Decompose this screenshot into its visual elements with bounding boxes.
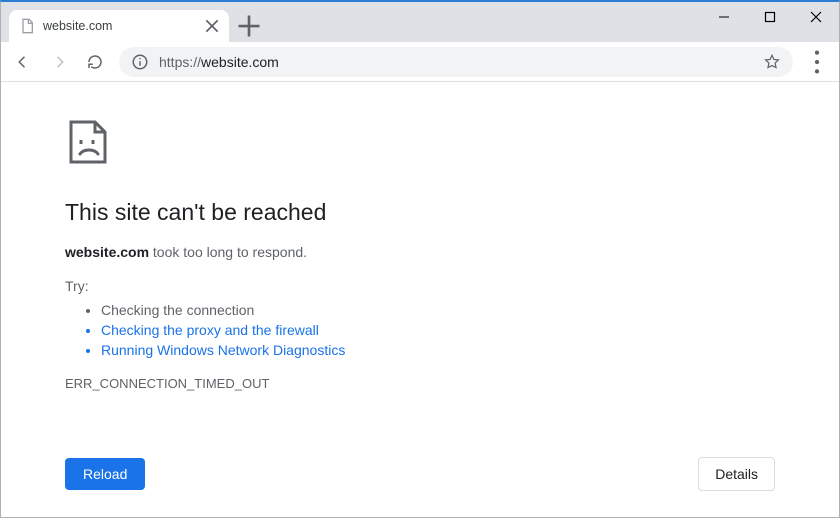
error-message: website.com took too long to respond.	[65, 244, 775, 260]
button-row: Reload Details	[65, 457, 775, 491]
suggestion-list: Checking the connection Checking the pro…	[65, 300, 775, 360]
back-button[interactable]	[7, 46, 39, 78]
details-button[interactable]: Details	[698, 457, 775, 491]
minimize-button[interactable]	[701, 2, 747, 32]
page-icon	[19, 18, 35, 34]
toolbar: https:// website.com	[1, 42, 839, 82]
browser-menu-button[interactable]	[801, 46, 833, 78]
site-info-icon[interactable]	[131, 53, 149, 71]
url-host: website.com	[201, 54, 279, 70]
new-tab-button[interactable]	[235, 12, 263, 40]
error-code: ERR_CONNECTION_TIMED_OUT	[65, 376, 775, 391]
reload-button[interactable]: Reload	[65, 458, 145, 490]
error-title: This site can't be reached	[65, 199, 775, 226]
tab-title: website.com	[43, 19, 112, 33]
reload-icon-button[interactable]	[79, 46, 111, 78]
url-scheme: https://	[159, 54, 201, 70]
error-page: This site can't be reached website.com t…	[1, 82, 839, 411]
forward-button[interactable]	[43, 46, 75, 78]
suggestion-item: Checking the connection	[101, 300, 775, 320]
close-window-button[interactable]	[793, 2, 839, 32]
error-host: website.com	[65, 244, 149, 260]
address-bar[interactable]: https:// website.com	[119, 47, 793, 77]
window-controls	[701, 2, 839, 34]
maximize-button[interactable]	[747, 2, 793, 32]
sad-page-icon	[65, 118, 775, 171]
tabstrip: website.com	[1, 2, 839, 42]
suggestion-link[interactable]: Running Windows Network Diagnostics	[101, 340, 775, 360]
bookmark-star-icon[interactable]	[763, 53, 781, 71]
error-msg-suffix: took too long to respond.	[149, 244, 307, 260]
try-label: Try:	[65, 278, 775, 294]
browser-tab[interactable]: website.com	[9, 10, 229, 42]
suggestion-link[interactable]: Checking the proxy and the firewall	[101, 320, 775, 340]
close-tab-icon[interactable]	[203, 17, 221, 35]
